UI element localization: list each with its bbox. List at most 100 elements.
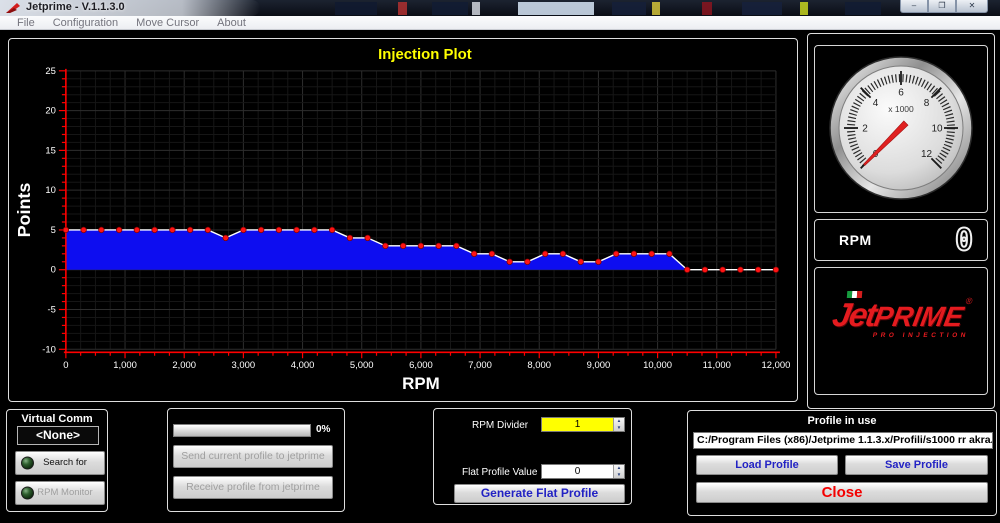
send-profile-button[interactable]: Send current profile to jetprime (173, 445, 333, 468)
data-point-marker[interactable] (454, 243, 460, 249)
data-point-marker[interactable] (383, 243, 389, 249)
svg-text:5: 5 (51, 225, 56, 236)
tachometer-gauge: 0 2 4 6 8 10 12 x 1000 (815, 46, 987, 212)
data-point-marker[interactable] (400, 243, 406, 249)
flat-profile-value[interactable]: 0 (542, 465, 613, 478)
data-point-marker[interactable] (738, 267, 744, 273)
data-point-marker[interactable] (542, 251, 548, 257)
flat-profile-value-stepper[interactable]: 0 ▲▼ (541, 464, 625, 479)
data-point-marker[interactable] (187, 227, 193, 233)
rpm-display-panel: RPM 0 (814, 219, 988, 261)
menu-configuration[interactable]: Configuration (44, 17, 127, 29)
logo-prime-text: PRIME (872, 301, 966, 332)
data-point-marker[interactable] (170, 227, 176, 233)
data-point-marker[interactable] (205, 227, 211, 233)
svg-text:12,000: 12,000 (762, 360, 791, 371)
chart-grid (66, 71, 776, 349)
receive-profile-button[interactable]: Receive profile from jetprime (173, 476, 333, 499)
comm-port-select[interactable]: <None> (17, 426, 99, 445)
svg-text:4: 4 (873, 98, 879, 109)
data-point-marker[interactable] (329, 227, 335, 233)
background-window-fragment (398, 2, 407, 15)
data-point-marker[interactable] (223, 235, 229, 241)
menu-about[interactable]: About (208, 17, 255, 29)
data-point-marker[interactable] (99, 227, 105, 233)
data-point-marker[interactable] (312, 227, 318, 233)
data-point-marker[interactable] (152, 227, 158, 233)
svg-text:3,000: 3,000 (232, 360, 256, 371)
data-point-marker[interactable] (116, 227, 122, 233)
data-point-marker[interactable] (631, 251, 637, 257)
rpm-divider-value[interactable]: 1 (542, 418, 613, 431)
svg-text:11,000: 11,000 (703, 360, 731, 371)
data-point-marker[interactable] (471, 251, 477, 257)
profile-path-field[interactable]: C:/Program Files (x86)/Jetprime 1.1.3.x/… (693, 432, 993, 449)
svg-text:6,000: 6,000 (409, 360, 433, 371)
injection-plot-chart[interactable]: 01,0002,0003,0004,0005,0006,0007,0008,00… (9, 39, 797, 401)
virtual-comm-panel: Virtual Comm <None> Search for Jetprime … (6, 409, 108, 512)
svg-text:9,000: 9,000 (587, 360, 611, 371)
svg-text:4,000: 4,000 (291, 360, 315, 371)
spin-down-icon[interactable]: ▼ (614, 425, 624, 432)
data-point-marker[interactable] (613, 251, 619, 257)
flat-profile-spin-buttons[interactable]: ▲▼ (613, 465, 624, 478)
spin-down-icon[interactable]: ▼ (614, 472, 624, 479)
data-point-marker[interactable] (241, 227, 247, 233)
data-point-marker[interactable] (525, 259, 531, 265)
data-point-marker[interactable] (63, 227, 69, 233)
data-point-marker[interactable] (436, 243, 442, 249)
background-window-fragment (472, 2, 480, 15)
load-profile-button[interactable]: Load Profile (696, 455, 838, 475)
data-point-marker[interactable] (684, 267, 690, 273)
data-point-marker[interactable] (134, 227, 140, 233)
data-point-marker[interactable] (667, 251, 673, 257)
transfer-progress-bar (173, 424, 311, 437)
window-title: Jetprime - V.1.1.3.0 (26, 1, 125, 13)
svg-text:10: 10 (931, 124, 943, 135)
menu-move-cursor[interactable]: Move Cursor (127, 17, 208, 29)
injection-plot-panel: 01,0002,0003,0004,0005,0006,0007,0008,00… (8, 38, 798, 402)
data-point-marker[interactable] (755, 267, 761, 273)
data-point-marker[interactable] (489, 251, 495, 257)
svg-text:10: 10 (45, 185, 56, 196)
profile-in-use-title: Profile in use (688, 415, 996, 427)
data-point-marker[interactable] (507, 259, 513, 265)
rpm-monitor-button[interactable]: RPM Monitor (15, 481, 105, 505)
profile-in-use-panel: Profile in use C:/Program Files (x86)/Je… (687, 410, 997, 516)
background-window-fragment (432, 2, 468, 15)
data-point-marker[interactable] (596, 259, 602, 265)
data-point-marker[interactable] (649, 251, 655, 257)
data-point-marker[interactable] (560, 251, 566, 257)
data-point-marker[interactable] (720, 267, 726, 273)
rpm-divider-stepper[interactable]: 1 ▲▼ (541, 417, 625, 432)
chart-title: Injection Plot (378, 47, 472, 63)
data-point-marker[interactable] (418, 243, 424, 249)
data-point-marker[interactable] (702, 267, 708, 273)
close-window-button[interactable]: ✕ (956, 0, 988, 13)
data-point-marker[interactable] (81, 227, 87, 233)
generate-flat-profile-button[interactable]: Generate Flat Profile (454, 484, 625, 503)
menu-file[interactable]: File (8, 17, 44, 29)
close-button[interactable]: Close (696, 482, 988, 503)
rpm-display-value: 0 (955, 224, 973, 258)
data-point-marker[interactable] (294, 227, 300, 233)
save-profile-button[interactable]: Save Profile (845, 455, 988, 475)
svg-text:20: 20 (45, 106, 56, 117)
gauge-unit-label: x 1000 (888, 104, 914, 114)
rpm-divider-spin-buttons[interactable]: ▲▼ (613, 418, 624, 431)
virtual-comm-title: Virtual Comm (7, 413, 107, 425)
data-point-marker[interactable] (773, 267, 779, 273)
restore-button[interactable]: ❐ (928, 0, 956, 13)
svg-text:8: 8 (924, 98, 930, 109)
svg-text:5,000: 5,000 (350, 360, 374, 371)
transfer-progress-percent: 0% (316, 424, 330, 435)
svg-text:7,000: 7,000 (468, 360, 492, 371)
data-point-marker[interactable] (347, 235, 353, 241)
data-point-marker[interactable] (365, 235, 371, 241)
data-point-marker[interactable] (578, 259, 584, 265)
chart-axes (59, 69, 780, 358)
minimize-button[interactable]: – (900, 0, 928, 13)
data-point-marker[interactable] (258, 227, 264, 233)
search-for-jetprime-button[interactable]: Search for Jetprime (15, 451, 105, 475)
data-point-marker[interactable] (276, 227, 282, 233)
